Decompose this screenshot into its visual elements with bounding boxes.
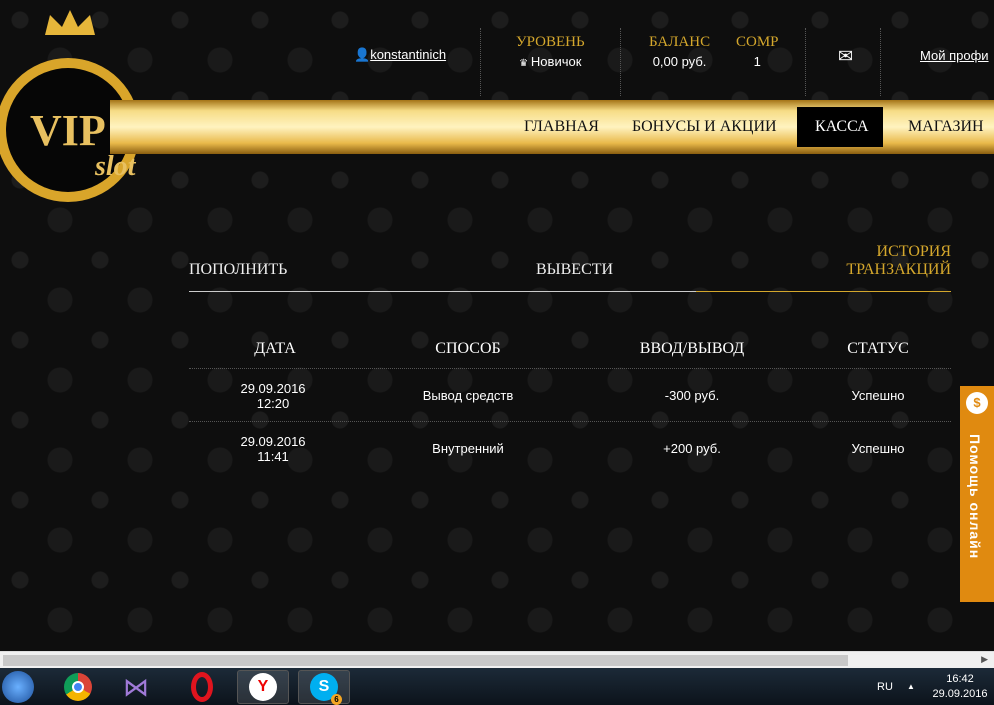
taskbar: ⋈ Y S6 RU ▲ 16:42 29.09.2016 [0, 668, 994, 705]
profile-link[interactable]: Мой профи [920, 48, 989, 98]
language-indicator[interactable]: RU [877, 681, 893, 693]
tab-deposit[interactable]: ПОПОЛНИТЬ [189, 261, 287, 279]
help-online-button[interactable]: $ Помощь онлайн [960, 386, 994, 602]
row-method: Внутренний [432, 441, 504, 456]
divider [480, 28, 481, 96]
row-status: Успешно [851, 388, 905, 403]
level-block: УРОВЕНЬ ♛ Новичок [516, 34, 585, 69]
tab-history[interactable]: ИСТОРИЯ ТРАНЗАКЦИЙ [846, 243, 951, 279]
scroll-right-icon[interactable]: ▶ [981, 654, 988, 665]
nav-shop[interactable]: МАГАЗИН [890, 107, 994, 147]
skype-icon: S6 [310, 673, 342, 705]
tab-withdraw[interactable]: ВЫВЕСТИ [536, 261, 613, 279]
svg-text:slot: slot [94, 151, 137, 182]
nav-cashier[interactable]: КАССА [797, 107, 883, 147]
col-method: СПОСОБ [435, 340, 501, 357]
active-tab-underline [696, 291, 951, 292]
col-date: ДАТА [254, 340, 296, 357]
divider [805, 28, 806, 96]
taskbar-opera[interactable] [176, 670, 228, 704]
scrollbar-thumb[interactable] [3, 655, 848, 666]
table-row: 29.09.2016 11:41 Внутренний +200 руб. Усп… [189, 422, 951, 475]
nav-bonuses[interactable]: БОНУСЫ И АКЦИИ [614, 107, 795, 147]
visual-studio-icon: ⋈ [123, 671, 149, 702]
row-date: 29.09.2016 [240, 380, 306, 396]
crown-icon: ♛ [519, 58, 531, 69]
mail-icon[interactable]: ✉ [838, 46, 853, 96]
taskbar-skype[interactable]: S6 [298, 670, 350, 705]
opera-icon [191, 672, 213, 702]
horizontal-scrollbar[interactable]: ▶ [0, 651, 994, 668]
table-row: 29.09.2016 12:20 Вывод средств -300 руб. … [189, 369, 951, 422]
clock[interactable]: 16:42 29.09.2016 [930, 673, 990, 700]
row-time: 11:41 [257, 448, 289, 464]
row-date: 29.09.2016 [240, 433, 306, 449]
balance-block: БАЛАНС 0,00 руб. [649, 34, 711, 69]
divider [620, 28, 621, 96]
cashier-tabs: ПОПОЛНИТЬ ВЫВЕСТИ ИСТОРИЯ ТРАНЗАКЦИЙ [189, 240, 951, 292]
skype-badge: 6 [331, 694, 342, 705]
row-amount: +200 руб. [663, 441, 721, 456]
chat-icon: $ [966, 392, 988, 414]
taskbar-chrome[interactable] [52, 670, 104, 704]
user-icon: 👤 [354, 47, 371, 62]
row-time: 12:20 [256, 395, 290, 411]
col-amount: ВВОД/ВЫВОД [639, 340, 745, 357]
row-amount: -300 руб. [664, 388, 720, 403]
windows-icon [2, 671, 34, 703]
row-method: Вывод средств [422, 388, 514, 403]
col-status: СТАТУС [847, 340, 909, 357]
start-button[interactable] [0, 670, 44, 704]
chrome-icon [64, 673, 92, 701]
svg-text:VIP: VIP [30, 106, 106, 155]
taskbar-vs[interactable]: ⋈ [110, 670, 162, 704]
comp-block: COMP 1 [736, 34, 779, 69]
taskbar-yandex[interactable]: Y [237, 670, 289, 704]
divider [880, 28, 881, 96]
row-status: Успешно [851, 441, 905, 456]
nav-home[interactable]: ГЛАВНАЯ [506, 107, 617, 147]
tray-expand-icon[interactable]: ▲ [907, 682, 915, 691]
user-link[interactable]: 👤konstantinich [354, 47, 446, 97]
yandex-icon: Y [249, 673, 277, 701]
